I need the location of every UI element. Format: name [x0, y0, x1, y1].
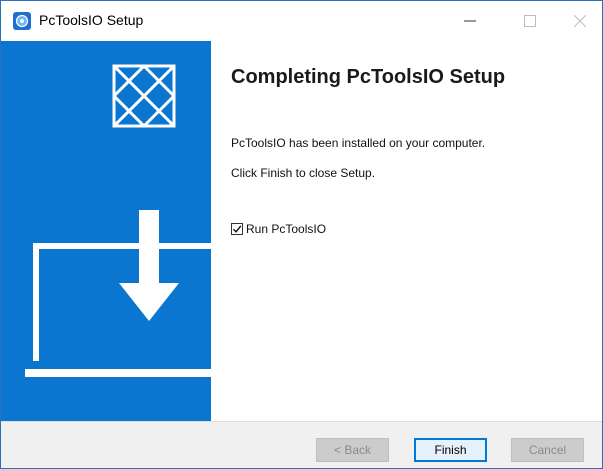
run-app-label: Run PcToolsIO	[246, 222, 327, 236]
checkmark-icon	[232, 225, 242, 233]
download-to-laptop-icon	[25, 210, 211, 377]
cancel-button[interactable]: Cancel	[511, 438, 584, 462]
finish-instruction: Click Finish to close Setup.	[231, 166, 376, 180]
back-button[interactable]: < Back	[316, 438, 389, 462]
close-button[interactable]	[557, 1, 602, 41]
minimize-icon	[464, 20, 476, 22]
maximize-icon	[524, 15, 536, 27]
minimize-button[interactable]	[447, 1, 493, 41]
close-icon	[574, 15, 586, 27]
run-app-option[interactable]: Run PcToolsIO	[231, 222, 326, 236]
envelope-pattern-logo	[25, 64, 211, 377]
window-title: PcToolsIO Setup	[39, 12, 144, 28]
install-complete-message: PcToolsIO has been installed on your com…	[231, 136, 486, 150]
installer-sidebar	[1, 41, 211, 421]
page-title: Completing PcToolsIO Setup	[231, 66, 506, 88]
title-bar[interactable]: PcToolsIO Setup	[1, 1, 602, 41]
app-icon	[13, 12, 31, 30]
maximize-button[interactable]	[507, 1, 553, 41]
finish-button[interactable]: Finish	[414, 438, 487, 462]
installer-window: PcToolsIO Setup Completing PcToolsIO Set…	[0, 0, 603, 469]
button-bar: < Back Finish Cancel	[1, 421, 602, 468]
content-pane: Completing PcToolsIO Setup PcToolsIO has…	[211, 41, 602, 421]
run-app-checkbox[interactable]	[231, 223, 243, 235]
